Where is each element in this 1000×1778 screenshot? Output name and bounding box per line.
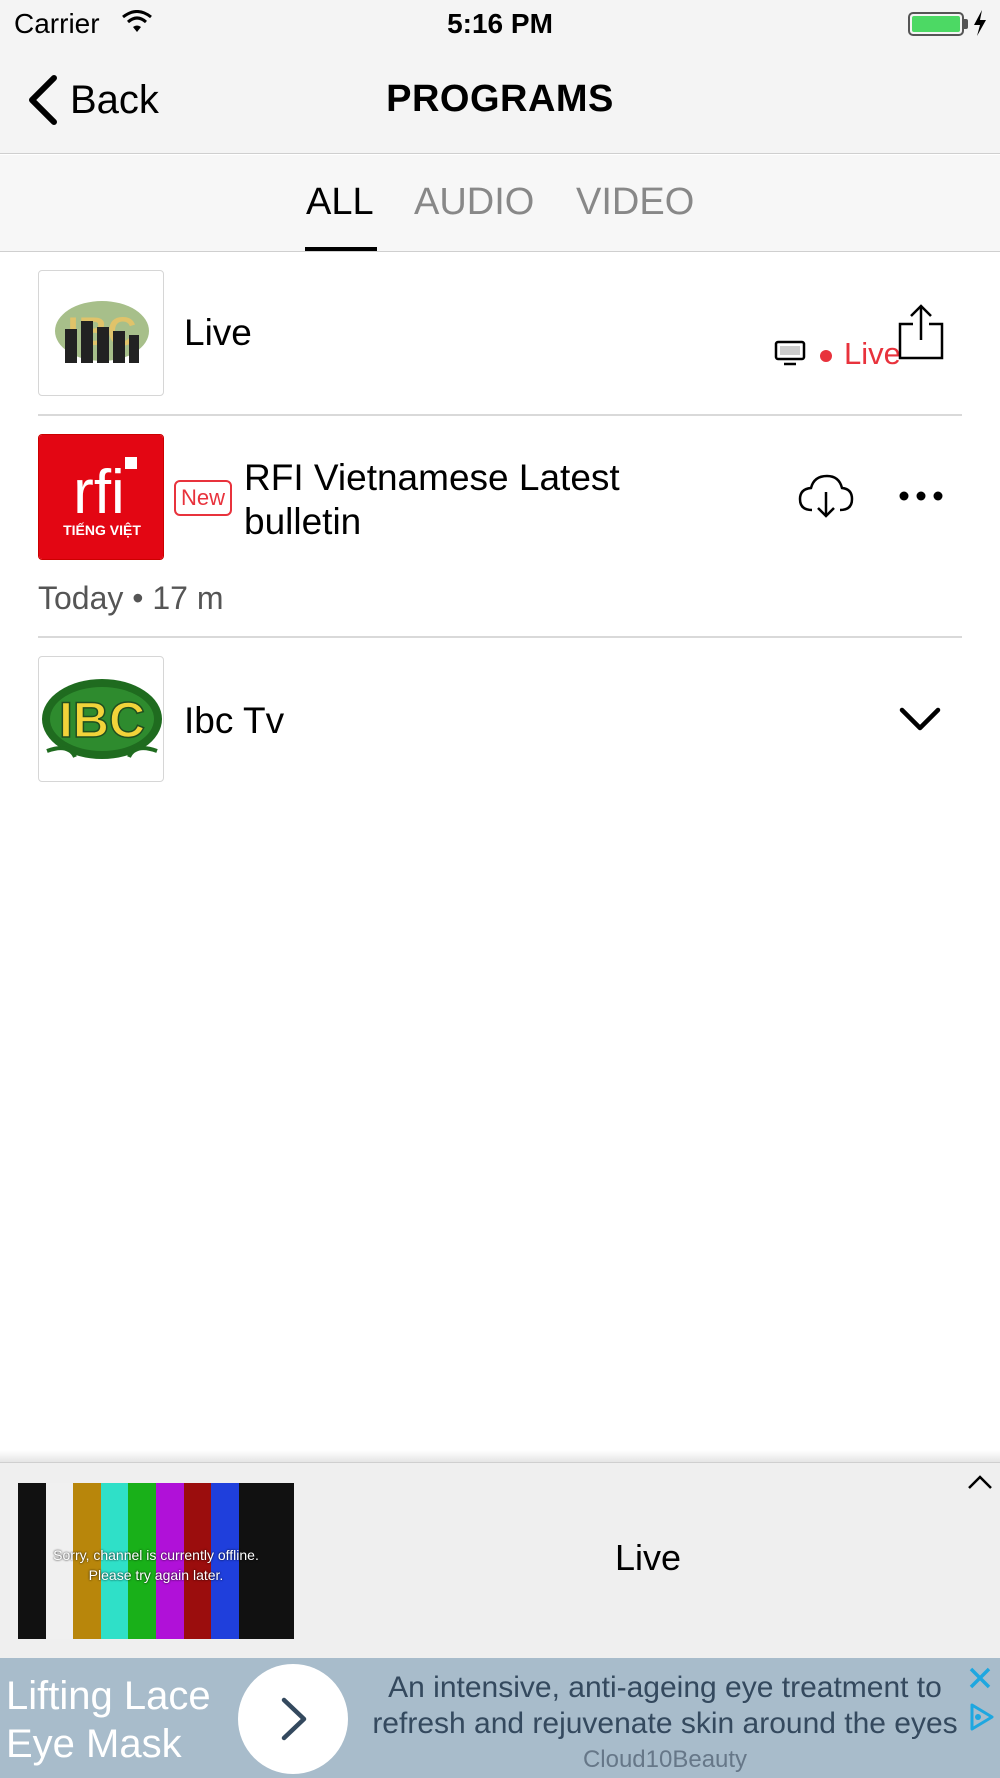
ad-cta-button[interactable] xyxy=(238,1664,348,1774)
active-tab-indicator xyxy=(305,247,377,251)
player-thumbnail: Sorry, channel is currently offline. Ple… xyxy=(18,1483,294,1639)
item-meta: Today • 17 m xyxy=(38,580,224,616)
rfi-logo[interactable]: rfi TIẾNG VIỆT xyxy=(38,434,164,560)
item-title[interactable]: RFI Vietnamese Latest bulletin xyxy=(244,456,620,544)
item-title: Live xyxy=(184,312,252,353)
status-bar: Carrier 5:16 PM xyxy=(0,0,1000,50)
ad-banner[interactable]: Lifting Lace Eye Mask An intensive, anti… xyxy=(0,1658,1000,1778)
ad-headline-line1: Lifting Lace xyxy=(6,1674,211,1718)
item-title[interactable]: Ibc Tv xyxy=(184,700,284,742)
player-shadow xyxy=(0,1450,1000,1462)
list-item-live[interactable]: IBC Live Live xyxy=(38,270,962,414)
rfi-logo-subtext: TIẾNG VIỆT xyxy=(63,521,141,538)
navigation-bar: Back PROGRAMS xyxy=(0,50,1000,154)
share-icon[interactable] xyxy=(896,304,946,360)
offline-message: Sorry, channel is currently offline. Ple… xyxy=(18,1545,294,1585)
adchoices-icon[interactable] xyxy=(966,1702,996,1732)
player-title: Live xyxy=(614,1537,682,1578)
clock: 5:16 PM xyxy=(447,8,553,39)
ibc-live-logo: IBC xyxy=(38,270,164,396)
live-indicator-dot xyxy=(820,350,832,362)
ibc-logo-text: IBC xyxy=(59,692,145,748)
row-divider xyxy=(38,636,962,638)
cloud-download-icon[interactable] xyxy=(798,472,854,520)
ibc-tv-logo[interactable]: IBC xyxy=(38,656,164,782)
mini-player[interactable]: Sorry, channel is currently offline. Ple… xyxy=(0,1462,1000,1658)
ad-advertiser: Cloud10Beauty xyxy=(582,1746,748,1773)
ad-headline-line2: Eye Mask xyxy=(6,1722,182,1766)
tab-all[interactable]: ALL xyxy=(306,181,374,224)
close-icon[interactable] xyxy=(966,1664,994,1692)
live-status-label: Live xyxy=(844,336,901,371)
offline-line2: Please try again later. xyxy=(88,1567,224,1583)
ad-headline: Lifting Lace Eye Mask xyxy=(6,1672,211,1768)
tab-audio[interactable]: AUDIO xyxy=(414,181,534,224)
tv-icon xyxy=(774,340,806,366)
charging-bolt-icon xyxy=(974,10,986,36)
item-title-line1: RFI Vietnamese Latest xyxy=(244,457,620,498)
more-icon[interactable] xyxy=(898,484,944,508)
battery-tip xyxy=(964,19,968,29)
chevron-right-icon xyxy=(281,1697,307,1741)
rfi-logo-text: rfi xyxy=(73,458,125,527)
offline-line1: Sorry, channel is currently offline. xyxy=(53,1547,259,1563)
item-title-line2: bulletin xyxy=(244,501,362,542)
row-divider xyxy=(38,414,962,416)
ad-body: An intensive, anti-ageing eye treatment … xyxy=(372,1671,958,1740)
chevron-down-icon[interactable] xyxy=(898,700,942,740)
page-title: PROGRAMS xyxy=(386,78,614,120)
app-screen: Carrier 5:16 PM Back PROGRAMS ALL AUDIO … xyxy=(0,0,1000,1778)
tab-video[interactable]: VIDEO xyxy=(576,181,694,224)
filter-tabs: ALL AUDIO VIDEO xyxy=(0,155,1000,252)
battery-icon xyxy=(908,12,964,36)
chevron-up-icon[interactable] xyxy=(966,1473,994,1493)
new-badge: New xyxy=(174,480,233,516)
